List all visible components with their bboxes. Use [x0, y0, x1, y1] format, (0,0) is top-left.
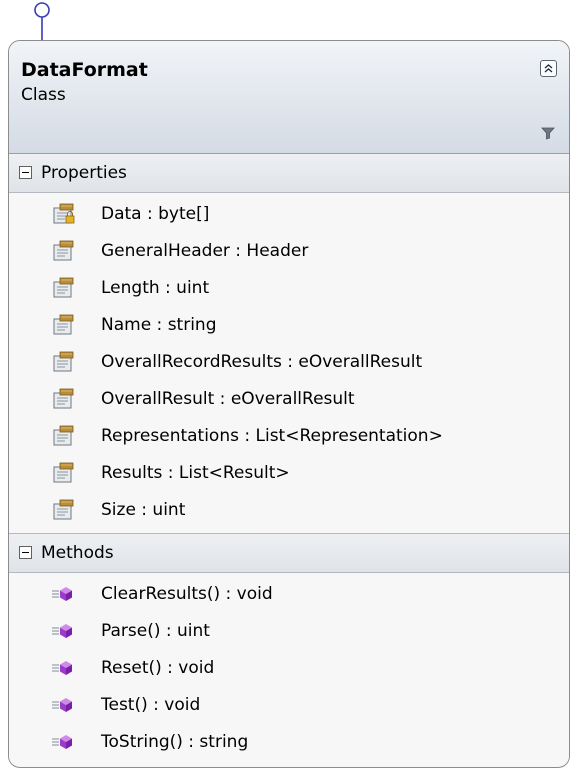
property-icon [53, 314, 74, 335]
member-text: Data : byte[] [101, 204, 210, 224]
property-lock-icon [53, 203, 75, 224]
member-text: Parse() : uint [101, 621, 210, 641]
method-row[interactable]: ToString() : string [9, 724, 569, 761]
method-row[interactable]: ClearResults() : void [9, 576, 569, 613]
property-row[interactable]: OverallResult : eOverallResult [9, 381, 569, 418]
filter-icon[interactable] [541, 126, 555, 140]
property-icon [53, 277, 74, 298]
property-row[interactable]: Name : string [9, 307, 569, 344]
interface-lollipop-icon [34, 2, 50, 44]
member-text: Name : string [101, 315, 217, 335]
properties-list: Data : byte[] GeneralHeader : Header Lengt… [9, 193, 569, 533]
class-shape[interactable]: DataFormat Class Properties Data : byte[… [8, 40, 570, 768]
property-row[interactable]: Length : uint [9, 270, 569, 307]
properties-section-header[interactable]: Properties [9, 154, 569, 193]
properties-section-label: Properties [41, 163, 127, 183]
class-header[interactable]: DataFormat Class [9, 41, 569, 154]
member-text: Test() : void [101, 695, 201, 715]
property-row[interactable]: Data : byte[] [9, 196, 569, 233]
methods-section-header[interactable]: Methods [9, 533, 569, 573]
collapse-button[interactable] [540, 60, 557, 77]
methods-collapse-toggle[interactable] [19, 546, 32, 559]
member-text: GeneralHeader : Header [101, 241, 309, 261]
method-row[interactable]: Reset() : void [9, 650, 569, 687]
methods-section-label: Methods [41, 543, 114, 563]
class-kind: Class [21, 85, 66, 105]
property-icon [53, 351, 74, 372]
class-name: DataFormat [21, 59, 148, 81]
member-text: Length : uint [101, 278, 210, 298]
member-text: Results : List<Result> [101, 463, 290, 483]
property-row[interactable]: GeneralHeader : Header [9, 233, 569, 270]
property-icon [53, 499, 74, 520]
member-text: OverallResult : eOverallResult [101, 389, 355, 409]
method-icon [52, 661, 72, 675]
method-row[interactable]: Parse() : uint [9, 613, 569, 650]
properties-collapse-toggle[interactable] [19, 166, 32, 179]
member-text: Size : uint [101, 500, 186, 520]
member-text: OverallRecordResults : eOverallResult [101, 352, 423, 372]
member-text: Reset() : void [101, 658, 215, 678]
method-icon [52, 735, 72, 749]
collapse-icon [544, 64, 553, 73]
property-icon [53, 388, 74, 409]
member-text: ClearResults() : void [101, 584, 273, 604]
property-row[interactable]: Results : List<Result> [9, 455, 569, 492]
property-row[interactable]: Size : uint [9, 492, 569, 529]
method-icon [52, 624, 72, 638]
property-icon [53, 425, 74, 446]
method-row[interactable]: Test() : void [9, 687, 569, 724]
member-text: ToString() : string [101, 732, 249, 752]
methods-list: ClearResults() : void Parse() : uint Reset… [9, 573, 569, 765]
property-icon [53, 462, 74, 483]
member-text: Representations : List<Representation> [101, 426, 443, 446]
method-icon [52, 587, 72, 601]
property-icon [53, 240, 74, 261]
method-icon [52, 698, 72, 712]
property-row[interactable]: OverallRecordResults : eOverallResult [9, 344, 569, 381]
property-row[interactable]: Representations : List<Representation> [9, 418, 569, 455]
